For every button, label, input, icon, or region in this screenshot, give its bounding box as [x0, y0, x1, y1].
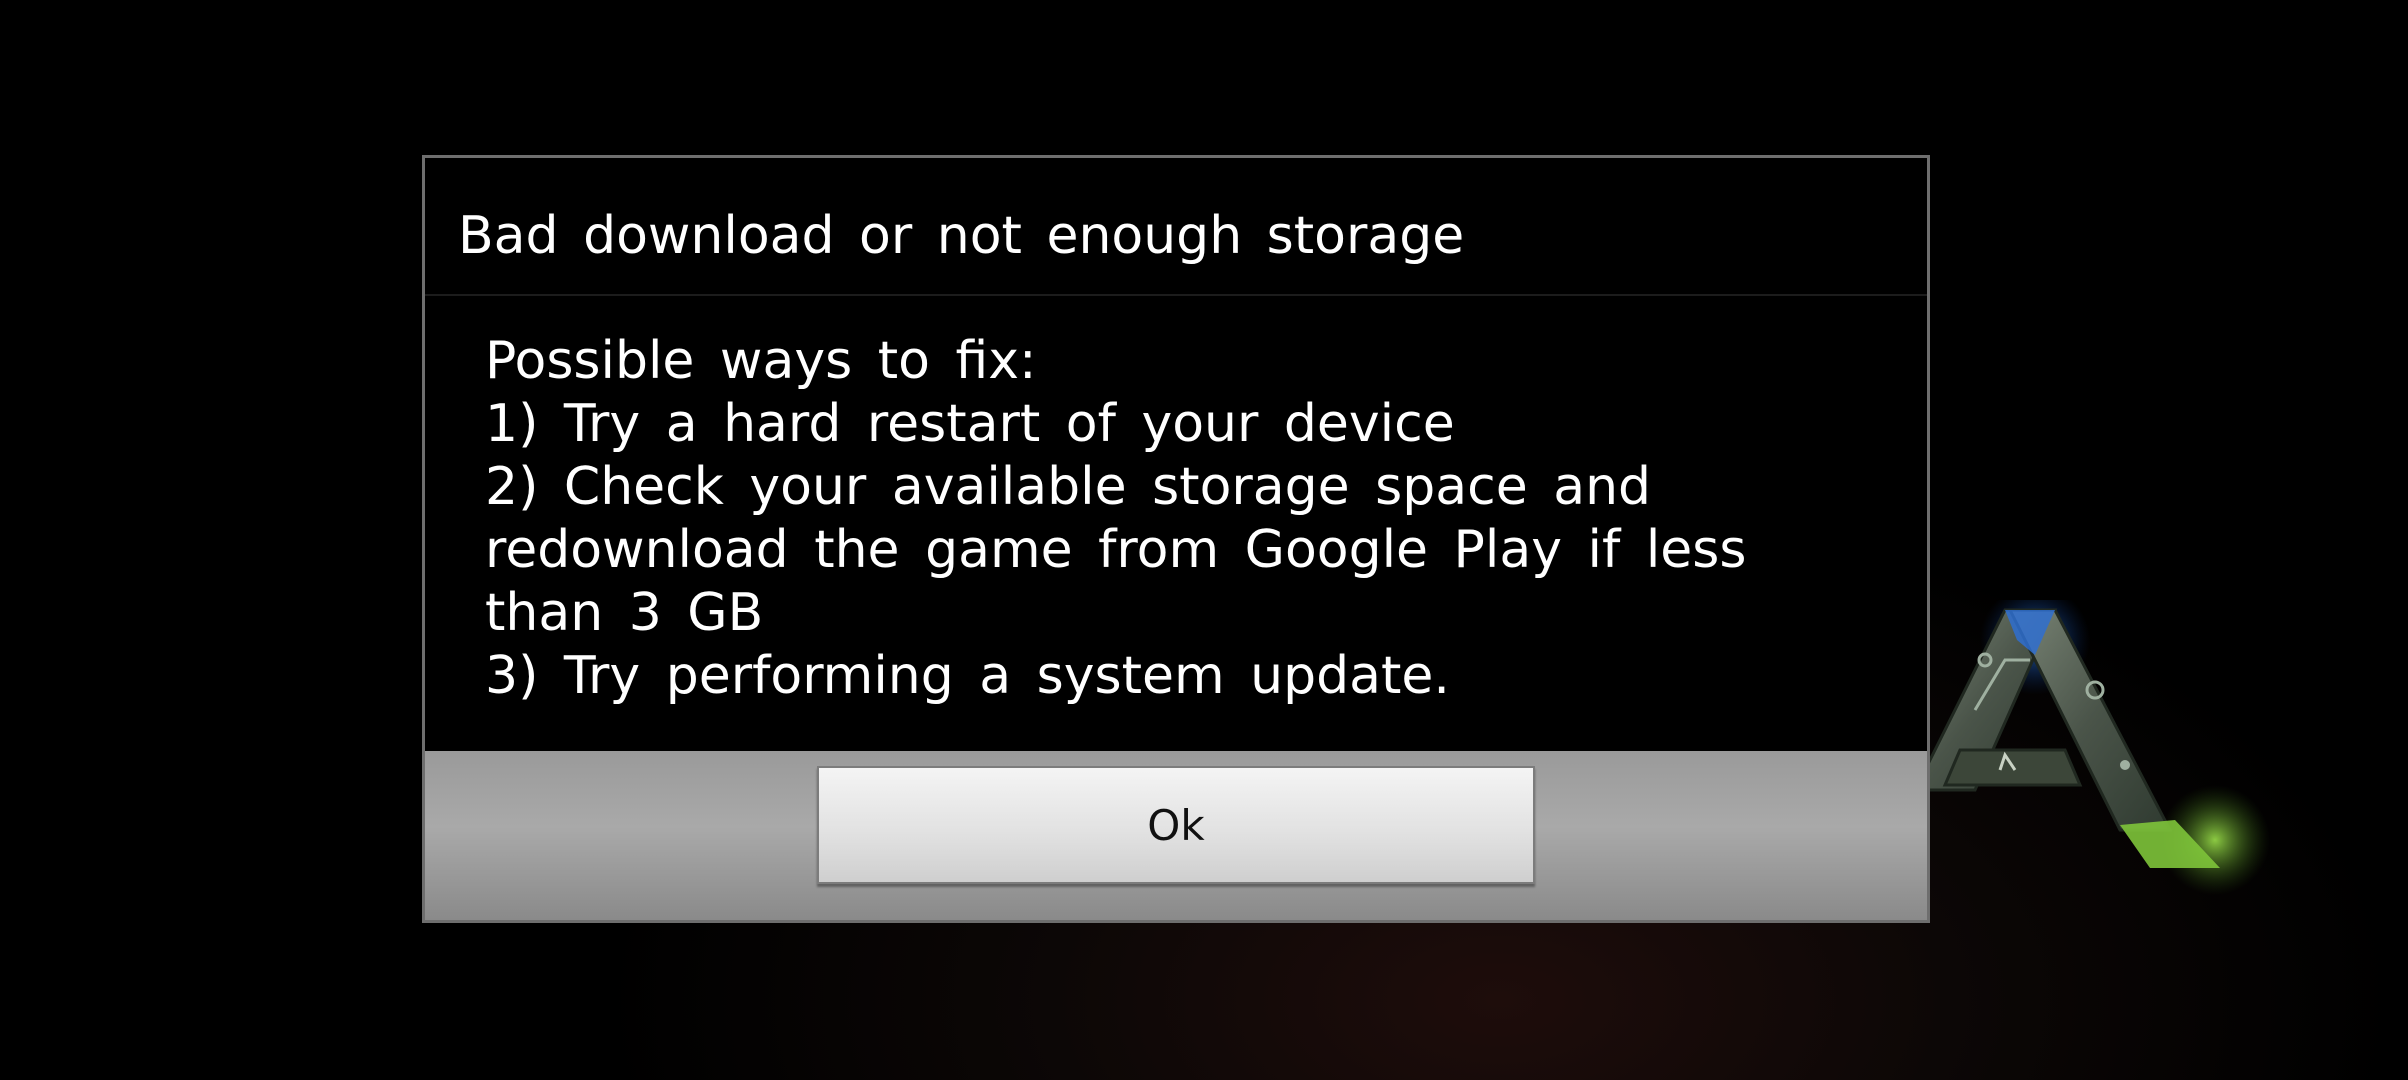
- dialog-message: Possible ways to fix: 1) Try a hard rest…: [485, 330, 1825, 708]
- dialog-button-bar: Ok: [425, 751, 1927, 920]
- message-line: redownload the game from Google Play if …: [485, 520, 1747, 580]
- error-dialog: Bad download or not enough storage Possi…: [422, 155, 1930, 923]
- message-line: Possible ways to fix:: [485, 331, 1037, 391]
- message-line: 1) Try a hard restart of your device: [485, 394, 1455, 454]
- message-line: than 3 GB: [485, 583, 764, 643]
- ok-button-label: Ok: [1147, 800, 1205, 850]
- dialog-title: Bad download or not enough storage: [458, 206, 1465, 266]
- dialog-title-bar: Bad download or not enough storage: [425, 158, 1927, 296]
- ark-logo-icon: [1915, 600, 2270, 895]
- message-line: 2) Check your available storage space an…: [485, 457, 1652, 517]
- message-line: 3) Try performing a system update.: [485, 646, 1450, 706]
- ok-button[interactable]: Ok: [817, 766, 1535, 884]
